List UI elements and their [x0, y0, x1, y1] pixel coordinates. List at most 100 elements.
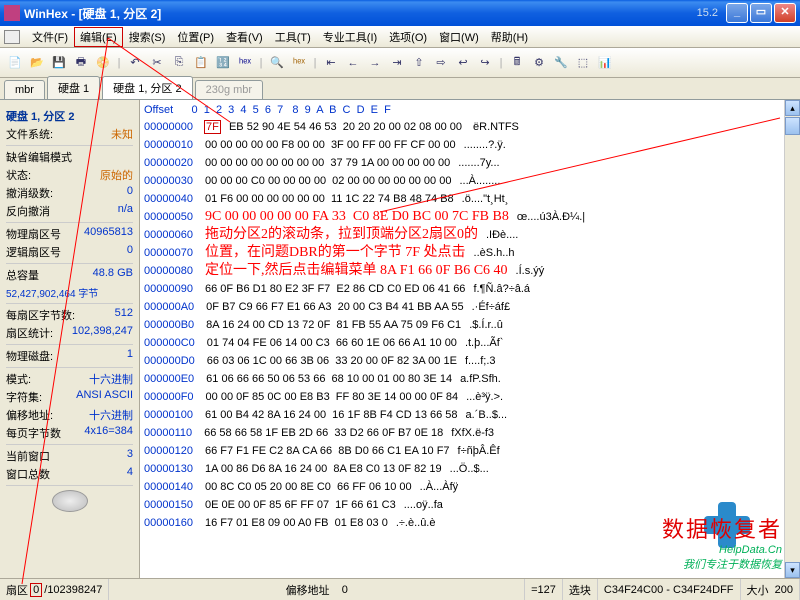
- rev-label: 反向撤消: [6, 203, 50, 219]
- hex-row[interactable]: 000000D066 03 06 1C 00 66 3B 06 33 20 00…: [144, 352, 780, 370]
- print-icon[interactable]: 🖶: [72, 54, 90, 72]
- lsec-label: 逻辑扇区号: [6, 244, 61, 260]
- next-icon[interactable]: →: [366, 54, 384, 72]
- status-size: 大小 200: [741, 579, 800, 600]
- menu-options[interactable]: 选项(O): [383, 27, 433, 47]
- hex-row[interactable]: 0000004001 F6 00 00 00 00 00 00 11 1C 22…: [144, 190, 780, 208]
- up-icon[interactable]: ⇧: [410, 54, 428, 72]
- paste-icon[interactable]: 📋: [192, 54, 210, 72]
- window-title: WinHex - [硬盘 1, 分区 2]: [24, 5, 697, 22]
- hex-row[interactable]: 0000009066 0F B6 D1 80 E2 3F F7 E2 86 CD…: [144, 280, 780, 298]
- hex-body[interactable]: 000000007F EB 52 90 4E 54 46 53 20 20 20…: [140, 118, 784, 532]
- menu-position[interactable]: 位置(P): [171, 27, 220, 47]
- menu-window[interactable]: 窗口(W): [433, 27, 485, 47]
- tool3-icon[interactable]: ⬚: [574, 54, 592, 72]
- close-button[interactable]: ✕: [774, 3, 796, 23]
- rev-value: n/a: [118, 203, 133, 219]
- status-sel-label: 选块: [563, 579, 598, 600]
- calc-icon[interactable]: 🖩: [508, 54, 526, 72]
- hex-row[interactable]: 0000002000 00 00 00 00 00 00 00 37 79 1A…: [144, 154, 780, 172]
- menu-edit[interactable]: 编辑(E): [74, 27, 123, 47]
- goto-icon[interactable]: ⇨: [432, 54, 450, 72]
- menu-search[interactable]: 搜索(S): [123, 27, 172, 47]
- md-value: 十六进制: [89, 371, 133, 387]
- undo-value: 0: [127, 185, 133, 201]
- hex-row[interactable]: 000000509C 00 00 00 00 00 FA 33 C0 8E D0…: [144, 208, 780, 226]
- hex-row[interactable]: 000000B08A 16 24 00 CD 13 72 0F 81 FB 55…: [144, 316, 780, 334]
- disk-image-icon: [52, 490, 88, 512]
- scroll-thumb[interactable]: [785, 117, 800, 135]
- sec-label: 扇区统计:: [6, 325, 53, 341]
- hex-row[interactable]: 00000060拖动分区2的滚动条，拉到顶端分区2扇区0的.IÐè....: [144, 226, 780, 244]
- cut-icon[interactable]: ✂: [148, 54, 166, 72]
- state-value: 原始的: [100, 167, 133, 183]
- tab-mbr[interactable]: mbr: [4, 80, 45, 99]
- scroll-track[interactable]: [785, 135, 800, 562]
- tab-disk1-part2[interactable]: 硬盘 1, 分区 2: [102, 76, 192, 99]
- tab-disk1[interactable]: 硬盘 1: [47, 76, 100, 99]
- menu-file[interactable]: 文件(F): [26, 27, 74, 47]
- menu-view[interactable]: 查看(V): [220, 27, 269, 47]
- tabstrip: mbr 硬盘 1 硬盘 1, 分区 2 230g mbr: [0, 78, 800, 100]
- back-icon[interactable]: ↩: [454, 54, 472, 72]
- pd-label: 物理磁盘:: [6, 348, 53, 364]
- menu-help[interactable]: 帮助(H): [485, 27, 534, 47]
- hex2-icon[interactable]: ʰᵉˣ: [236, 54, 254, 72]
- hex-row[interactable]: 00000070位置，在问题DBR的第一个字节 7F 处点击..èS.h..h: [144, 244, 780, 262]
- prev-icon[interactable]: ←: [344, 54, 362, 72]
- hex-view[interactable]: Offset 0 1 2 3 4 5 6 7 8 9 A B C D E F 0…: [140, 100, 784, 578]
- hex-row[interactable]: 0000003000 00 00 C0 00 00 00 00 02 00 00…: [144, 172, 780, 190]
- hex-row[interactable]: 000000F000 00 0F 85 0C 00 E8 B3 FF 80 3E…: [144, 388, 780, 406]
- scroll-down-icon[interactable]: ▾: [785, 562, 800, 578]
- hex-row[interactable]: 00000080定位一下,然后点击编辑菜单 8A F1 66 0F B6 C6 …: [144, 262, 780, 280]
- open-icon[interactable]: 📂: [28, 54, 46, 72]
- last-icon[interactable]: ⇥: [388, 54, 406, 72]
- lsec-value: 0: [127, 244, 133, 260]
- hex1-icon[interactable]: 🔢: [214, 54, 232, 72]
- scrollbar[interactable]: ▴ ▾: [784, 100, 800, 578]
- hex-row[interactable]: 000000E061 06 66 66 50 06 53 66 68 10 00…: [144, 370, 780, 388]
- tool1-icon[interactable]: ⚙: [530, 54, 548, 72]
- watermark: 数据恢复者 HelpData.Cn 我们专注于数据恢复: [662, 512, 782, 572]
- psec-label: 物理扇区号: [6, 226, 61, 242]
- binoc-icon[interactable]: 🔍: [268, 54, 286, 72]
- cs-label: 字符集:: [6, 389, 42, 405]
- hex-row[interactable]: 000000007F EB 52 90 4E 54 46 53 20 20 20…: [144, 118, 780, 136]
- scroll-up-icon[interactable]: ▴: [785, 100, 800, 116]
- hex-row[interactable]: 0000010061 00 B4 42 8A 16 24 00 16 1F 8B…: [144, 406, 780, 424]
- cs-value: ANSI ASCII: [76, 389, 133, 405]
- fs-label: 文件系统:: [6, 126, 53, 142]
- maximize-button[interactable]: ▭: [750, 3, 772, 23]
- status-eq: =127: [525, 579, 563, 600]
- hex-row[interactable]: 000001301A 00 86 D6 8A 16 24 00 8A E8 C0…: [144, 460, 780, 478]
- psec-value: 40965813: [84, 226, 133, 242]
- fwd-icon[interactable]: ↪: [476, 54, 494, 72]
- hex-row[interactable]: 000000A00F B7 C9 66 F7 E1 66 A3 20 00 C3…: [144, 298, 780, 316]
- sep: |: [312, 54, 318, 72]
- tab-230g[interactable]: 230g mbr: [195, 80, 263, 99]
- menu-pro-tools[interactable]: 专业工具(I): [317, 27, 383, 47]
- hex-row[interactable]: 0000014000 8C C0 05 20 00 8E C0 66 FF 06…: [144, 478, 780, 496]
- version: 15.2: [697, 7, 718, 19]
- first-icon[interactable]: ⇤: [322, 54, 340, 72]
- disk-icon[interactable]: 📀: [94, 54, 112, 72]
- save-icon[interactable]: 💾: [50, 54, 68, 72]
- hex-row[interactable]: 000000C001 74 04 FE 06 14 00 C3 66 60 1E…: [144, 334, 780, 352]
- fs-value: 未知: [111, 126, 133, 142]
- sidebar: 硬盘 1, 分区 2 文件系统:未知 缺省编辑模式 状态:原始的 撤消级数:0 …: [0, 100, 140, 578]
- sep: |: [258, 54, 264, 72]
- new-icon[interactable]: 📄: [6, 54, 24, 72]
- tool4-icon[interactable]: 📊: [596, 54, 614, 72]
- cap-bytes: 52,427,902,464 字节: [6, 285, 98, 300]
- hex-row[interactable]: 0000012066 F7 F1 FE C2 8A CA 66 8B D0 66…: [144, 442, 780, 460]
- hex-row[interactable]: 0000011066 58 66 58 1F EB 2D 66 33 D2 66…: [144, 424, 780, 442]
- sec-value: 102,398,247: [72, 325, 133, 341]
- hex-row[interactable]: 0000001000 00 00 00 00 F8 00 00 3F 00 FF…: [144, 136, 780, 154]
- menu-tools[interactable]: 工具(T): [269, 27, 317, 47]
- copy-icon[interactable]: ⎘: [170, 54, 188, 72]
- undo-icon[interactable]: ↶: [126, 54, 144, 72]
- pd-value: 1: [127, 348, 133, 364]
- minimize-button[interactable]: _: [726, 3, 748, 23]
- hex-find-icon[interactable]: ʰᵉˣ: [290, 54, 308, 72]
- tool2-icon[interactable]: 🔧: [552, 54, 570, 72]
